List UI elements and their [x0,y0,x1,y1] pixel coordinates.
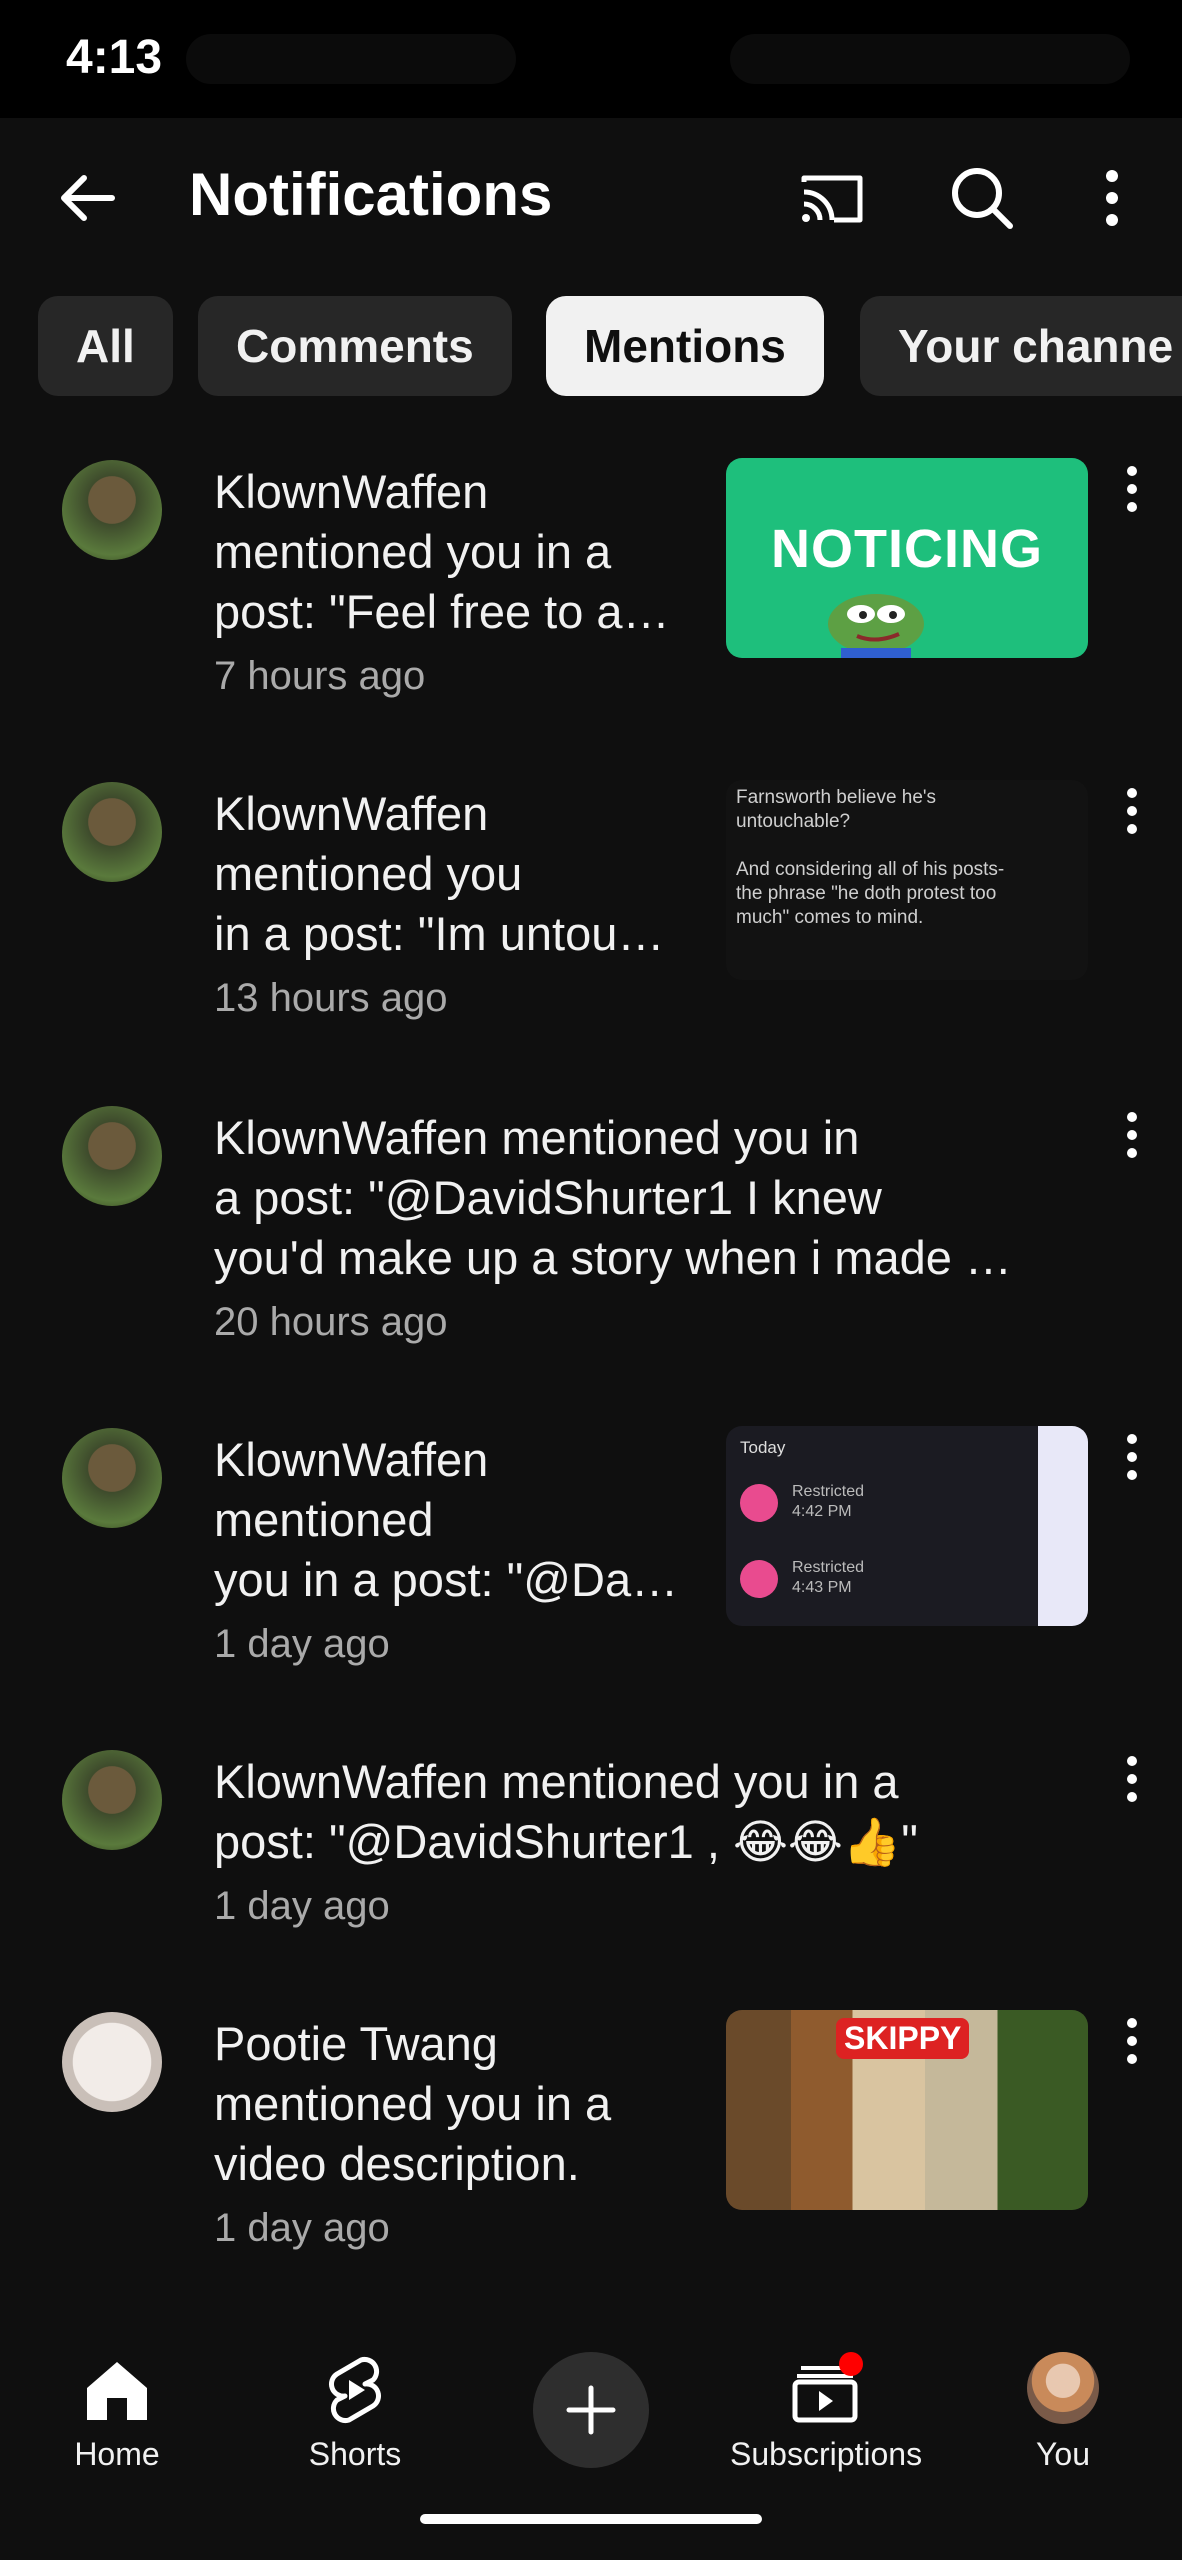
avatar [1027,2352,1099,2424]
notification-item[interactable]: KlownWaffen mentioned you in a post: "@D… [0,1086,1182,1406]
status-time: 4:13 [66,31,163,84]
status-bar: 4:13 [0,0,1182,118]
avatar[interactable] [62,1428,162,1528]
notification-thumbnail[interactable]: Today Restricted 4:42 PM Restricted 4:43… [726,1426,1088,1626]
search-button[interactable] [942,158,1022,238]
notification-time: 20 hours ago [214,1300,448,1344]
page-title: Notifications [189,161,553,228]
notification-item[interactable]: KlownWaffen mentioned you in a post: "Im… [0,762,1182,1082]
notification-text: KlownWaffen mentioned you in a post: "Im… [214,784,664,1028]
avatar[interactable] [62,1106,162,1206]
home-icon [87,2362,147,2420]
nav-you[interactable]: You [968,2350,1158,2473]
item-more-button[interactable] [1112,1108,1152,1164]
notification-item[interactable]: KlownWaffen mentioned you in a post: "Fe… [0,440,1182,760]
notification-text: KlownWaffen mentioned you in a post: "@D… [214,1752,918,1936]
bottom-navigation: Home Shorts Subscriptions You [0,2330,1182,2560]
item-more-button[interactable] [1112,1430,1152,1486]
notification-thumbnail[interactable]: NOTICING [726,458,1088,658]
search-icon [952,168,1013,229]
create-plus-icon [566,2385,616,2435]
notification-thumbnail[interactable]: SKIPPY [726,2010,1088,2210]
chip-your-channel[interactable]: Your channe [860,296,1182,396]
filter-chip-bar: All Comments Mentions Your channe [0,296,1182,396]
side-panel [1038,1426,1088,1626]
item-more-button[interactable] [1112,1752,1152,1808]
home-indicator[interactable] [420,2514,762,2524]
notification-thumbnail[interactable]: Farnsworth believe he's untouchable? And… [726,780,1088,980]
back-arrow-icon [61,175,115,221]
notification-item[interactable]: KlownWaffen mentioned you in a post: "@D… [0,1730,1182,1990]
nav-subscriptions[interactable]: Subscriptions [730,2350,922,2473]
notification-time: 1 day ago [214,1622,390,1666]
status-icons-left [186,34,516,84]
notification-text: KlownWaffen mentioned you in a post: "Fe… [214,462,670,706]
list-dot [740,1484,778,1522]
status-icons-right [730,34,1130,84]
notification-time: 1 day ago [214,2206,390,2250]
notification-badge [839,2352,863,2376]
avatar[interactable] [62,782,162,882]
more-options-button[interactable] [1072,158,1152,238]
notification-time: 7 hours ago [214,654,426,698]
create-button[interactable] [533,2352,649,2468]
cast-icon [801,175,863,223]
notification-item[interactable]: Pootie Twang mentioned you in a video de… [0,1992,1182,2312]
top-app-bar: Notifications [0,118,1182,278]
notification-text: KlownWaffen mentioned you in a post: "@D… [214,1108,1012,1352]
subscriptions-icon [792,2352,863,2423]
cast-button[interactable] [790,158,870,238]
nav-home[interactable]: Home [22,2350,212,2473]
chip-mentions[interactable]: Mentions [546,296,824,396]
item-more-button[interactable] [1112,2014,1152,2070]
more-vert-icon [1106,170,1118,226]
notification-item[interactable]: KlownWaffen mentioned you in a post: "@D… [0,1408,1182,1728]
avatar[interactable] [62,460,162,560]
nav-shorts[interactable]: Shorts [260,2350,450,2473]
chip-comments[interactable]: Comments [198,296,512,396]
shorts-icon [329,2356,381,2424]
avatar[interactable] [62,2012,162,2112]
item-more-button[interactable] [1112,784,1152,840]
list-dot [740,1560,778,1598]
back-button[interactable] [50,158,130,238]
avatar[interactable] [62,1750,162,1850]
notification-time: 13 hours ago [214,976,448,1020]
notification-text: KlownWaffen mentioned you in a post: "@D… [214,1430,678,1674]
notification-time: 1 day ago [214,1884,390,1928]
frog-image [828,594,924,658]
notification-text: Pootie Twang mentioned you in a video de… [214,2014,611,2258]
chip-all[interactable]: All [38,296,173,396]
item-more-button[interactable] [1112,462,1152,518]
